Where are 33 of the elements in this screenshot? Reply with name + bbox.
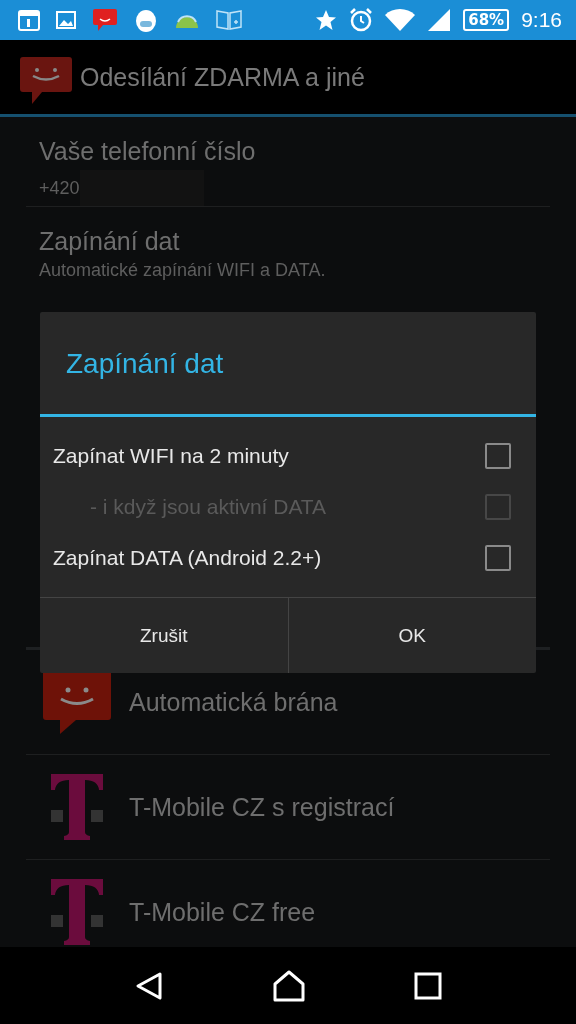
gateway-label: Automatická brána (129, 687, 338, 717)
home-icon[interactable] (272, 969, 306, 1002)
star-icon (315, 9, 338, 31)
back-icon[interactable] (134, 970, 164, 1001)
setting-summary: Automatické zapínání WIFI a DATA. (39, 260, 326, 281)
gateway-label: T-Mobile CZ s registrací (129, 792, 395, 822)
alarm-icon (349, 8, 374, 32)
app-icon (20, 57, 72, 105)
setting-title: Vaše telefonní číslo (39, 137, 257, 166)
app-title: Odesílání ZDARMA a jiné (80, 62, 365, 92)
calendar-icon (18, 9, 40, 31)
dialog-button[interactable]: OK (287, 598, 536, 673)
gateway-label: T-Mobile CZ free (129, 897, 316, 927)
settings-item[interactable]: Vaše telefonní číslo +420 (26, 117, 550, 207)
mascot-icon (134, 7, 158, 33)
setting-summary: +420 (39, 177, 80, 199)
settings-item[interactable]: Zapínání dat Automatické zapínání WIFI a DATA. (26, 207, 550, 281)
checkbox-option[interactable]: Zapínat WIFI na 2 minuty (40, 430, 536, 481)
book-icon (216, 9, 242, 31)
clock: 9:16 (521, 8, 562, 32)
setting-title: Zapínání dat (39, 227, 181, 256)
chat-bubble-icon (92, 8, 118, 32)
wifi-icon (385, 8, 416, 32)
gateway-item[interactable]: T-Mobile CZ s registrací (26, 755, 550, 860)
recent-apps-icon[interactable] (414, 971, 442, 1000)
checkbox[interactable] (485, 442, 511, 469)
checkbox-option[interactable]: Zapínat DATA (Android 2.2+) (40, 532, 536, 583)
signal-icon (427, 8, 452, 32)
battery-indicator: 68% (463, 9, 510, 31)
dialog-title: Zapínání dat (65, 347, 225, 381)
image-icon (56, 11, 76, 29)
chat-bubble-icon (43, 670, 111, 734)
checkbox[interactable] (485, 544, 511, 571)
